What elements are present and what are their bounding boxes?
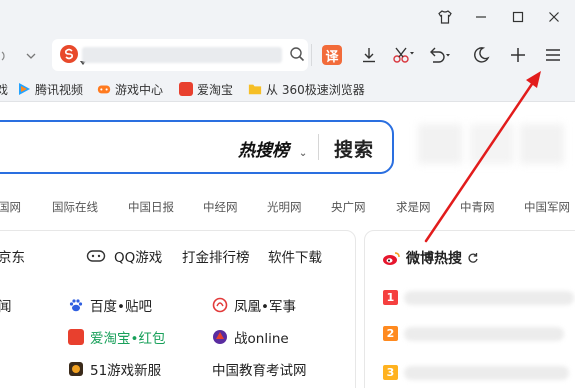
hot-item-blurred[interactable] xyxy=(404,366,569,380)
hot-search-label: 热搜榜 xyxy=(238,141,289,161)
quick-link-jd[interactable]: 京东 xyxy=(0,246,25,266)
51game-icon xyxy=(69,362,83,376)
news-link[interactable]: 求是网 xyxy=(396,199,431,215)
refresh-icon[interactable] xyxy=(0,48,10,62)
blurred-area xyxy=(520,124,564,164)
scissors-icon[interactable] xyxy=(388,40,418,70)
translate-icon: 译 xyxy=(322,45,342,65)
news-link[interactable]: 国网 xyxy=(0,199,21,215)
bookmark-item-aitaobao[interactable]: 爱淘宝 xyxy=(179,80,233,98)
bookmark-item-tencent-video[interactable]: 腾讯视频 xyxy=(17,80,83,98)
site-label: 百度•贴吧 xyxy=(90,299,152,315)
hot-item-blurred[interactable] xyxy=(404,327,564,341)
blurred-area xyxy=(470,124,514,164)
game-logo-icon xyxy=(213,330,227,344)
menu-icon[interactable] xyxy=(538,40,568,70)
phoenix-icon xyxy=(212,297,228,313)
site-link-zhan-online[interactable]: 战online xyxy=(212,327,289,347)
chevron-down-icon[interactable] xyxy=(24,48,38,62)
tencent-video-icon xyxy=(19,83,30,95)
refresh-icon[interactable] xyxy=(467,252,479,264)
site-link-neea[interactable]: 中国教育考试网 xyxy=(212,359,307,379)
skin-shirt-icon[interactable] xyxy=(432,4,458,30)
site-link-51game[interactable]: 51游戏新服 xyxy=(68,359,161,379)
news-link[interactable]: 中国日报 xyxy=(128,199,174,215)
site-label: 战online xyxy=(234,331,289,347)
weibo-title-label: 微博热搜 xyxy=(406,251,462,267)
blurred-area xyxy=(418,124,462,164)
folder-icon xyxy=(248,84,262,95)
minimize-icon[interactable] xyxy=(468,4,494,30)
maximize-icon[interactable] xyxy=(505,4,531,30)
hot-item-blurred[interactable] xyxy=(404,291,574,305)
undo-icon[interactable] xyxy=(424,40,454,70)
news-link[interactable]: 光明网 xyxy=(267,199,302,215)
download-icon[interactable] xyxy=(354,40,384,70)
bookmark-label: 戏 xyxy=(0,82,9,97)
site-label-suffix: •红包 xyxy=(130,331,166,347)
new-tab-plus-icon[interactable] xyxy=(503,40,533,70)
gamepad-icon xyxy=(97,85,111,94)
search-engine-icon[interactable] xyxy=(60,45,78,63)
site-link[interactable]: 闻 xyxy=(0,295,12,315)
news-link[interactable]: 央广网 xyxy=(331,199,366,215)
site-label: 凤凰•军事 xyxy=(234,299,296,315)
hot-search-dropdown[interactable]: 热搜榜 ⌄ xyxy=(238,136,307,161)
weibo-icon xyxy=(383,252,400,265)
search-divider xyxy=(318,134,319,160)
site-label: 51游戏新服 xyxy=(90,363,162,379)
rank-badge: 1 xyxy=(383,290,398,305)
news-link[interactable]: 中国军网 xyxy=(524,199,570,215)
rank-badge: 2 xyxy=(383,326,398,341)
site-link-ifeng-military[interactable]: 凤凰•军事 xyxy=(212,295,296,315)
rank-badge: 3 xyxy=(383,365,398,380)
news-link[interactable]: 中青网 xyxy=(460,199,495,215)
quick-link-software[interactable]: 软件下载 xyxy=(268,246,322,266)
moon-icon[interactable] xyxy=(466,40,496,70)
translate-button[interactable]: 译 xyxy=(317,40,347,70)
close-icon[interactable] xyxy=(541,4,567,30)
quick-link-qqgame[interactable]: QQ游戏 xyxy=(86,246,162,266)
quick-link-label: QQ游戏 xyxy=(114,250,163,266)
toolbar-divider xyxy=(311,44,312,66)
site-label: 爱淘宝 xyxy=(90,331,131,347)
site-link-aitaobao-hongbao[interactable]: 爱淘宝 •红包 xyxy=(68,327,165,347)
search-button[interactable]: 搜索 xyxy=(334,135,374,162)
gamepad-icon xyxy=(86,250,106,262)
baidu-paw-icon xyxy=(69,299,83,312)
bookmark-label: 从 360极速浏览器 xyxy=(266,82,365,97)
weibo-hot-title[interactable]: 微博热搜 xyxy=(382,248,479,268)
bookmark-item-game-center[interactable]: 游戏中心 xyxy=(97,80,163,98)
taobao-icon xyxy=(179,82,193,96)
bookmark-item-game[interactable]: 戏 xyxy=(0,80,8,98)
bookmark-label: 爱淘宝 xyxy=(197,82,234,97)
bookmark-label: 腾讯视频 xyxy=(35,82,84,97)
bookmark-label: 游戏中心 xyxy=(115,82,164,97)
chevron-down-icon: ⌄ xyxy=(298,148,308,159)
bookmark-item-import-360[interactable]: 从 360极速浏览器 xyxy=(248,80,365,98)
address-text-blurred xyxy=(82,47,282,63)
address-search-icon[interactable] xyxy=(289,46,305,62)
news-link[interactable]: 中经网 xyxy=(203,199,238,215)
news-link[interactable]: 国际在线 xyxy=(52,199,98,215)
taobao-icon xyxy=(68,329,84,345)
quick-link-ranking[interactable]: 打金排行榜 xyxy=(182,246,250,266)
site-link-baidu-tieba[interactable]: 百度•贴吧 xyxy=(68,295,152,315)
